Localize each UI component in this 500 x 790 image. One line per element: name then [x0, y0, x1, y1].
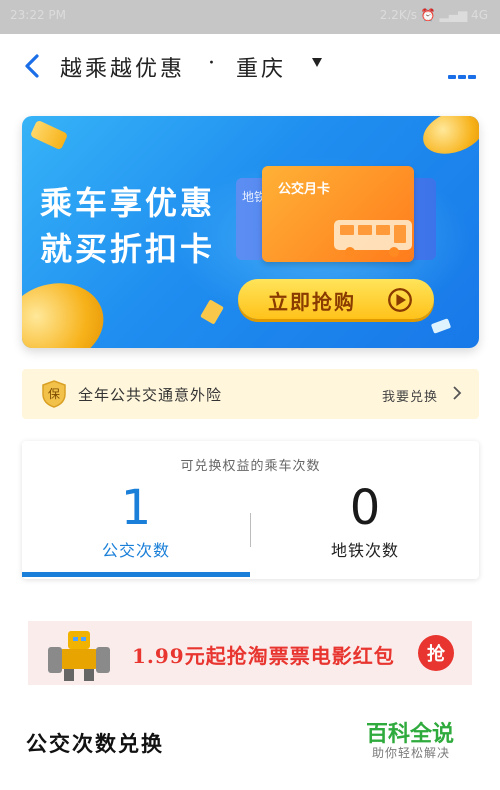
promo-banner[interactable]: 乘车享优惠 就买折扣卡 地铁 公交月卡 立即抢购 — [22, 116, 479, 348]
grab-label: 抢 — [427, 644, 445, 665]
page: 23:22 PM 2.2K/s ⏰ ▂▄▆ 4G 越乘越优惠 · 重庆 乘车享优… — [0, 0, 500, 790]
bus-count-label: 公交次数 — [101, 541, 170, 560]
more-dots-icon[interactable] — [448, 64, 478, 79]
shield-icon: 保 — [42, 380, 66, 408]
status-bar: 23:22 PM 2.2K/s ⏰ ▂▄▆ 4G — [0, 0, 500, 34]
status-indicators: 2.2K/s ⏰ ▂▄▆ 4G — [379, 8, 488, 22]
redeem-link[interactable]: 我要兑换 — [382, 386, 438, 405]
coin-decoration — [22, 272, 113, 348]
caret-down-icon[interactable] — [312, 58, 322, 67]
active-tab-indicator — [22, 572, 250, 577]
buy-now-label: 立即抢购 — [268, 290, 356, 314]
page-title: 越乘越优惠 — [60, 57, 186, 82]
banner-subheadline: 就买折扣卡 — [40, 230, 216, 268]
metro-count-value: 0 — [349, 480, 381, 536]
status-time: 23:22 PM — [10, 8, 66, 22]
shield-badge-text: 保 — [48, 387, 60, 401]
nav-bar: 越乘越优惠 · 重庆 — [0, 34, 500, 98]
chevron-right-icon[interactable] — [452, 385, 462, 401]
bus-card-label: 公交月卡 — [278, 182, 331, 197]
robot-image — [48, 631, 110, 681]
movie-promo-banner[interactable]: 1.99元起抢淘票票电影红包 抢 — [28, 621, 472, 685]
bus-count-value: 1 — [120, 480, 152, 536]
arrow-right-circle-icon — [388, 288, 412, 312]
title-separator: · — [208, 51, 215, 76]
section-title: 公交次数兑换 — [26, 731, 164, 756]
tab-bus-count[interactable]: 1 公交次数 — [22, 481, 250, 561]
coin-decoration — [417, 116, 479, 162]
banner-headline: 乘车享优惠 — [40, 184, 216, 222]
grab-button[interactable]: 抢 — [418, 635, 454, 671]
insurance-title: 全年公共交通意外险 — [78, 386, 223, 404]
coin-decoration — [29, 119, 69, 151]
bus-icon — [334, 220, 412, 257]
counts-caption: 可兑换权益的乘车次数 — [180, 459, 321, 474]
tab-metro-count[interactable]: 0 地铁次数 — [251, 481, 479, 561]
chevron-left-icon[interactable] — [20, 52, 46, 80]
insurance-strip[interactable]: 保 全年公共交通意外险 我要兑换 — [22, 369, 479, 419]
promo-text: 1.99元起抢淘票票电影红包 — [132, 644, 395, 668]
buy-now-button[interactable]: 立即抢购 — [238, 279, 434, 319]
metro-count-label: 地铁次数 — [330, 541, 399, 560]
watermark-tagline: 助你轻松解决 — [372, 746, 451, 760]
city-selector[interactable]: 重庆 — [236, 51, 286, 83]
ride-counts-card: 可兑换权益的乘车次数 1 公交次数 0 地铁次数 — [22, 441, 479, 579]
